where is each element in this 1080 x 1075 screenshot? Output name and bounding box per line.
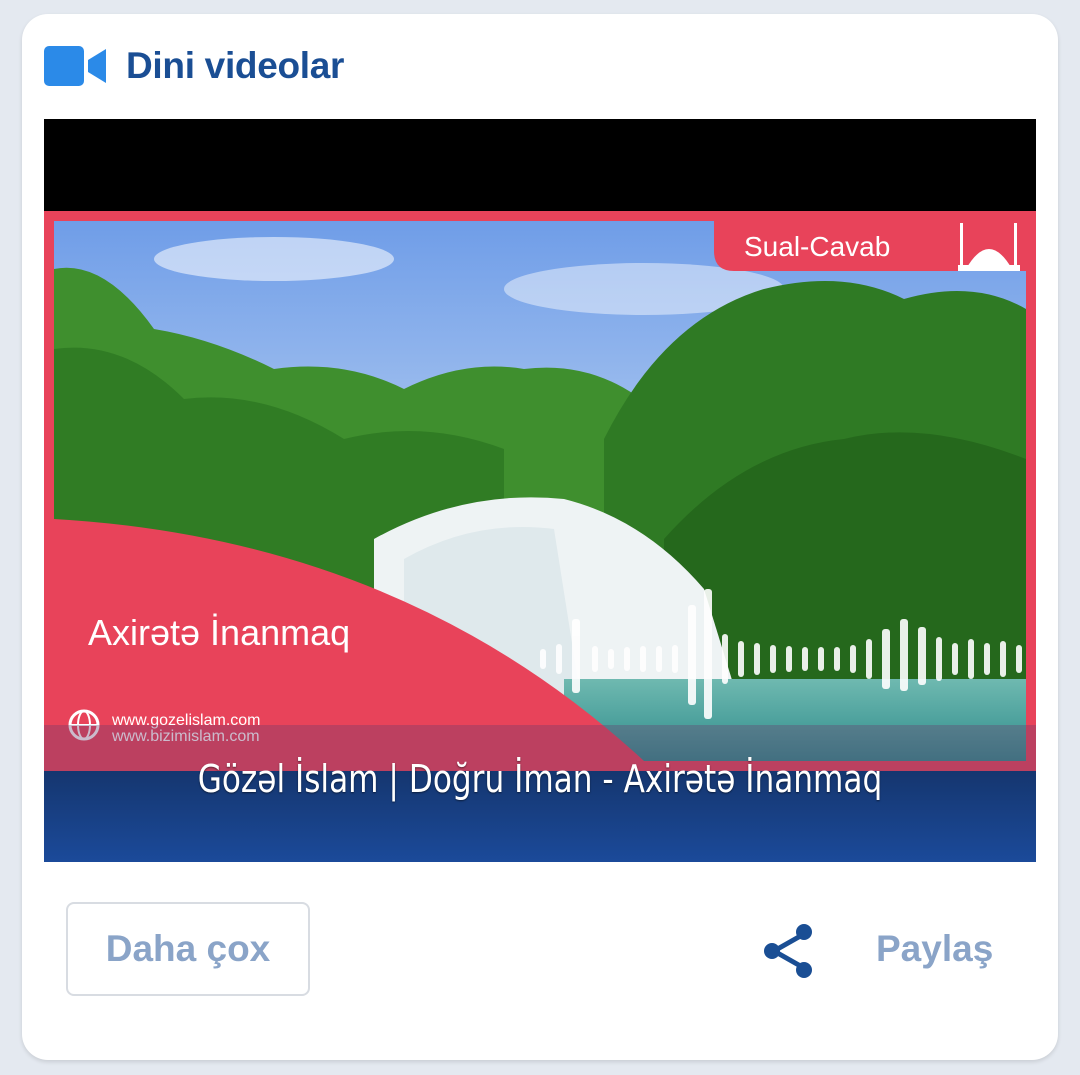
video-player[interactable]: Sual-Cavab Axirətə İnanmaq www.gozelisla…	[44, 119, 1036, 862]
more-button[interactable]: Daha çox	[66, 902, 310, 996]
section-title: Dini videolar	[126, 45, 345, 86]
thumbnail-overlay-title: Axirətə İnanmaq	[88, 612, 350, 653]
video-thumbnail: Sual-Cavab Axirətə İnanmaq www.gozelisla…	[44, 119, 1036, 862]
share-button-label[interactable]: Paylaş	[876, 928, 993, 970]
share-icon[interactable]	[762, 922, 818, 980]
card-header: Dini videolar	[44, 44, 344, 88]
video-camera-icon	[44, 46, 106, 86]
video-card: Dini videolar Sual-Cavab Axirətə İnanmaq…	[22, 14, 1058, 1060]
thumbnail-badge: Sual-Cavab	[744, 231, 890, 262]
video-caption: Gözəl İslam | Doğru İman - Axirətə İnanm…	[197, 757, 883, 801]
